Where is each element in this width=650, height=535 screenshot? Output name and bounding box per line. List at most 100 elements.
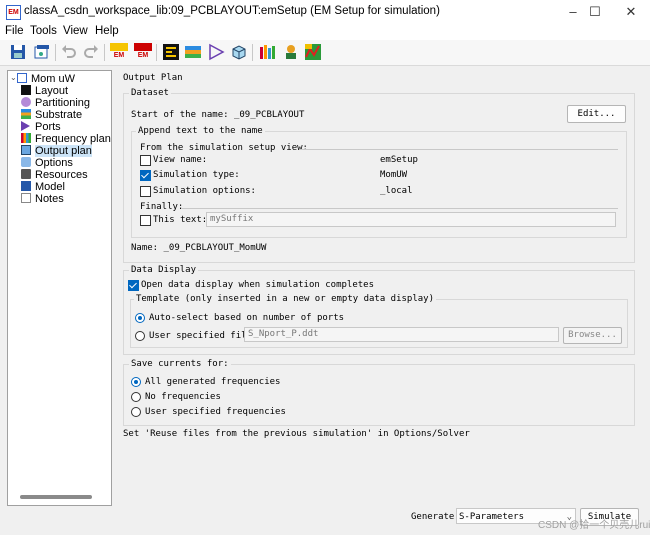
all-frequencies-radio[interactable] [131, 377, 141, 387]
edit-button[interactable]: Edit... [567, 105, 626, 123]
append-title: Append text to the name [136, 126, 265, 136]
tree-item-model[interactable]: Model [21, 181, 65, 193]
generate-select-value: S-Parameters [459, 512, 525, 522]
this-text-label: This text: [153, 215, 208, 225]
tuning-icon[interactable] [282, 43, 300, 61]
watermark: CSDN @拾一个贝壳儿rui [538, 520, 650, 531]
dataset-title: Dataset [129, 88, 171, 98]
toolbar-separator [55, 44, 56, 61]
tree-root-label: Mom uW [31, 73, 75, 85]
no-frequencies-radio[interactable] [131, 392, 141, 402]
em-stop-icon[interactable]: EM [134, 43, 152, 61]
title-bar: EM classA_csdn_workspace_lib:09_PCBLAYOU… [0, 0, 650, 24]
finally-label: Finally: [140, 202, 184, 212]
all-frequencies-label: All generated frequencies [145, 377, 281, 387]
model-icon [21, 181, 31, 191]
menu-file[interactable]: File [5, 25, 24, 37]
menu-help[interactable]: Help [95, 25, 119, 37]
tree-item-label: Options [35, 157, 73, 169]
tree-item-label: Partitioning [35, 97, 91, 109]
tree-item-substrate[interactable]: Substrate [21, 109, 82, 121]
simulation-plot-icon[interactable] [304, 43, 322, 61]
tree-item-label: Layout [35, 85, 69, 97]
ports-icon[interactable] [207, 43, 225, 61]
em-icon [17, 73, 27, 83]
partitioning-icon [21, 97, 31, 107]
collapse-icon[interactable]: ⌄ [10, 73, 17, 82]
data-display-title: Data Display [129, 265, 199, 275]
separator-line [300, 149, 618, 150]
undo-icon[interactable] [60, 43, 78, 61]
toolbar: EM EM [0, 40, 650, 66]
simulation-type-value: MomUW [380, 170, 408, 180]
tree-item-label: Output plan [35, 145, 92, 157]
view-name-value: emSetup [380, 155, 418, 165]
substrate-icon [21, 109, 31, 119]
auto-select-radio[interactable] [135, 313, 145, 323]
this-text-checkbox[interactable] [140, 215, 151, 226]
simulation-options-checkbox[interactable] [140, 186, 151, 197]
window-title: classA_csdn_workspace_lib:09_PCBLAYOUT:e… [24, 5, 440, 17]
tree-item-partitioning[interactable]: Partitioning [21, 97, 90, 109]
redo-icon[interactable] [82, 43, 100, 61]
setup-tree: ⌄ Mom uW Layout Partitioning Substrate P… [7, 70, 112, 506]
from-setup-label: From the simulation setup view: [140, 143, 308, 153]
substrate-icon[interactable] [184, 43, 202, 61]
tree-item-label: Frequency plan [35, 133, 111, 145]
ports-icon [21, 121, 30, 131]
frequency-plan-icon [21, 133, 31, 143]
tree-item-notes[interactable]: Notes [21, 193, 64, 205]
user-frequencies-label: User specified frequencies [145, 407, 286, 417]
toolbar-separator [156, 44, 157, 61]
user-frequencies-radio[interactable] [131, 407, 141, 417]
tree-item-resources[interactable]: Resources [21, 169, 88, 181]
toolbar-separator [104, 44, 105, 61]
menu-tools[interactable]: Tools [30, 25, 57, 37]
output-plan-icon [21, 145, 31, 155]
notes-icon [21, 193, 31, 203]
em-app-icon: EM [6, 5, 21, 20]
close-button[interactable]: ✕ [608, 0, 650, 24]
output-plan-title: Output Plan [123, 73, 183, 83]
no-frequencies-label: No frequencies [145, 392, 221, 402]
browse-button[interactable]: Browse... [563, 327, 622, 344]
user-file-radio[interactable] [135, 331, 145, 341]
simulation-options-label: Simulation options: [153, 186, 256, 196]
toolbar-separator [252, 44, 253, 61]
tree-root-mom-uw[interactable]: Mom uW [17, 73, 75, 85]
tree-item-label: Model [35, 181, 65, 193]
save-icon[interactable] [9, 43, 27, 61]
save-currents-title: Save currents for: [129, 359, 231, 369]
bar-chart-icon[interactable] [258, 43, 276, 61]
simulation-type-checkbox[interactable] [140, 170, 151, 181]
menu-view[interactable]: View [63, 25, 88, 37]
template-file-input[interactable]: S_Nport_P.ddt [244, 327, 559, 342]
tree-item-options[interactable]: Options [21, 157, 73, 169]
save-as-icon[interactable] [33, 43, 51, 61]
tree-item-output-plan[interactable]: Output plan [21, 145, 92, 157]
tree-item-label: Ports [35, 121, 61, 133]
resources-icon [21, 169, 31, 179]
view-name-label: View name: [153, 155, 208, 165]
open-data-display-checkbox[interactable] [128, 280, 139, 291]
separator-line [182, 208, 618, 209]
maximize-icon: ☐ [589, 4, 601, 19]
auto-select-label: Auto-select based on number of ports [149, 313, 345, 323]
tree-item-ports[interactable]: Ports [21, 121, 61, 133]
3d-view-icon[interactable] [230, 43, 248, 61]
horizontal-scrollbar[interactable] [20, 495, 92, 499]
tree-item-label: Notes [35, 193, 64, 205]
dataset-name-label: Name: _09_PCBLAYOUT_MomUW [131, 243, 267, 253]
open-data-display-label: Open data display when simulation comple… [141, 280, 374, 290]
reuse-files-note: Set 'Reuse files from the previous simul… [123, 429, 470, 439]
simulation-options-value: _local [380, 186, 413, 196]
view-name-checkbox[interactable] [140, 155, 151, 166]
generate-label: Generate: [411, 512, 460, 522]
em-setup-icon[interactable]: EM [110, 43, 128, 61]
layout-view-icon[interactable] [162, 43, 180, 61]
template-title: Template (only inserted in a new or empt… [134, 294, 437, 304]
suffix-input[interactable]: mySuffix [206, 212, 616, 227]
tree-item-layout[interactable]: Layout [21, 85, 68, 97]
user-file-label: User specified file [149, 331, 252, 341]
tree-item-frequency-plan[interactable]: Frequency plan [21, 133, 111, 145]
